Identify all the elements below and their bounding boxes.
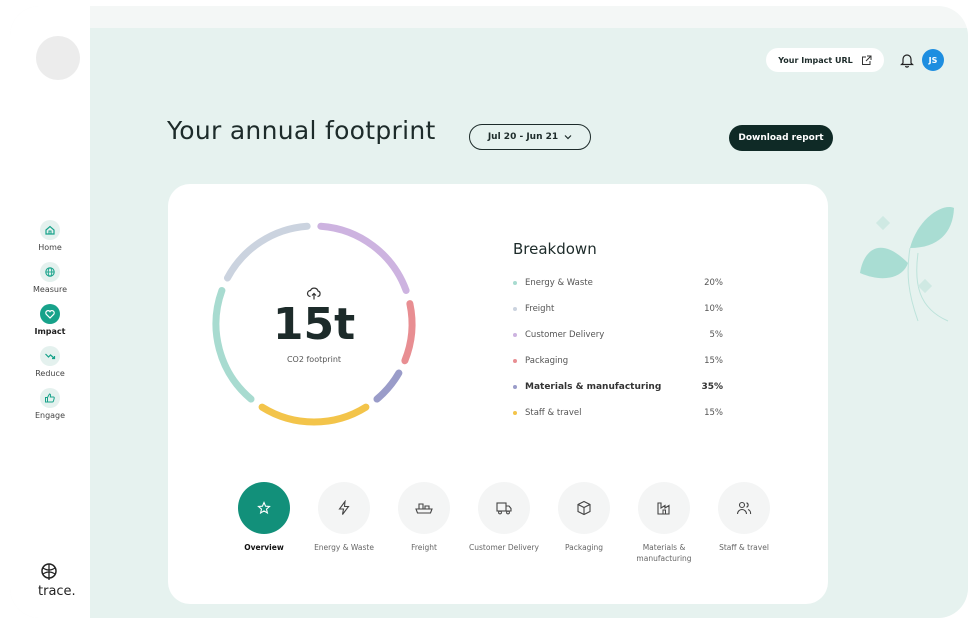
tab-materials-manufacturing[interactable]: Materials & manufacturing	[624, 482, 704, 564]
sidebar-item-reduce[interactable]: Reduce	[10, 346, 90, 378]
sidebar-item-label: Impact	[34, 327, 66, 336]
leaf-decoration-icon	[860, 207, 954, 322]
lightning-icon	[318, 482, 370, 534]
heart-icon	[40, 304, 60, 324]
bell-icon	[900, 54, 914, 68]
chevron-down-icon	[564, 135, 572, 140]
breakdown-row: Staff & travel 15%	[513, 400, 723, 426]
tab-overview[interactable]: Overview	[224, 482, 304, 564]
user-avatar[interactable]: JS	[922, 49, 944, 71]
home-icon	[40, 220, 60, 240]
breakdown-title: Breakdown	[513, 240, 597, 258]
breakdown-pct: 20%	[704, 278, 723, 288]
page-title: Your annual footprint	[167, 116, 436, 145]
breakdown-pct: 35%	[701, 382, 723, 392]
footprint-total: 15t	[272, 298, 356, 350]
breakdown-name: Energy & Waste	[525, 278, 593, 288]
sidebar-item-label: Measure	[33, 285, 67, 294]
brand-logo[interactable]: trace.	[38, 562, 76, 599]
footprint-card: 15t CO2 footprint Breakdown Energy & Was…	[168, 184, 828, 604]
legend-dot	[513, 281, 517, 285]
legend-dot	[513, 385, 517, 389]
category-tabs: Overview Energy & Waste Freight Customer…	[224, 482, 784, 564]
breakdown-name: Materials & manufacturing	[525, 382, 662, 392]
avatar-placeholder	[36, 36, 80, 80]
tab-freight[interactable]: Freight	[384, 482, 464, 564]
breakdown-row: Customer Delivery 5%	[513, 322, 723, 348]
tab-label: Packaging	[564, 543, 604, 552]
trend-down-icon	[40, 346, 60, 366]
breakdown-row: Packaging 15%	[513, 348, 723, 374]
breakdown-name: Packaging	[525, 356, 569, 366]
donut-center: 15t CO2 footprint	[204, 214, 424, 434]
sidebar: Home Measure Impact Reduce Engage trace.	[10, 6, 90, 618]
globe-icon	[40, 262, 60, 282]
sidebar-item-label: Reduce	[35, 369, 65, 378]
download-report-button[interactable]: Download report	[729, 125, 833, 151]
legend-dot	[513, 333, 517, 337]
legend-dot	[513, 359, 517, 363]
main-content: Your Impact URL JS Your annual footprint…	[90, 28, 968, 618]
breakdown-panel: Breakdown Energy & Waste 20% Freight 10%…	[513, 240, 723, 426]
tab-label: Customer Delivery	[469, 543, 539, 552]
breakdown-row: Energy & Waste 20%	[513, 270, 723, 296]
tab-label: Materials & manufacturing	[636, 543, 692, 563]
tab-customer-delivery[interactable]: Customer Delivery	[464, 482, 544, 564]
brand-name: trace.	[38, 584, 76, 599]
breakdown-name: Customer Delivery	[525, 330, 605, 340]
breakdown-row: Materials & manufacturing 35%	[513, 374, 723, 400]
breakdown-name: Freight	[525, 304, 555, 314]
footprint-caption: CO2 footprint	[286, 354, 342, 364]
box-icon	[558, 482, 610, 534]
breakdown-row: Freight 10%	[513, 296, 723, 322]
factory-icon	[638, 482, 690, 534]
breakdown-pct: 5%	[709, 330, 724, 340]
tab-label: Freight	[411, 543, 437, 552]
tab-energy-waste[interactable]: Energy & Waste	[304, 482, 384, 564]
tab-label: Energy & Waste	[314, 543, 374, 552]
sidebar-item-home[interactable]: Home	[10, 220, 90, 252]
breakdown-pct: 15%	[704, 356, 723, 366]
thumbs-up-icon	[40, 388, 60, 408]
sidebar-item-impact[interactable]: Impact	[10, 304, 90, 336]
tab-label: Overview	[244, 543, 284, 552]
impact-url-button[interactable]: Your Impact URL	[766, 48, 884, 72]
breakdown-pct: 15%	[704, 408, 723, 418]
star-icon	[238, 482, 290, 534]
legend-dot	[513, 411, 517, 415]
tab-staff-travel[interactable]: Staff & travel	[704, 482, 784, 564]
external-link-icon	[861, 55, 872, 65]
impact-url-label: Your Impact URL	[778, 55, 853, 65]
date-range-label: Jul 20 - Jun 21	[487, 132, 559, 142]
sidebar-nav: Home Measure Impact Reduce Engage	[10, 220, 90, 430]
tab-label: Staff & travel	[719, 543, 769, 552]
sidebar-item-engage[interactable]: Engage	[10, 388, 90, 420]
breakdown-pct: 10%	[704, 304, 723, 314]
breakdown-name: Staff & travel	[525, 408, 582, 418]
notifications-button[interactable]	[898, 48, 916, 72]
people-icon	[718, 482, 770, 534]
tab-packaging[interactable]: Packaging	[544, 482, 624, 564]
truck-icon	[478, 482, 530, 534]
sidebar-item-measure[interactable]: Measure	[10, 262, 90, 294]
app-frame: Home Measure Impact Reduce Engage trace.…	[10, 6, 968, 618]
leaf-logo-icon	[41, 563, 57, 580]
legend-dot	[513, 307, 517, 311]
sidebar-item-label: Home	[38, 243, 62, 252]
sidebar-item-label: Engage	[34, 411, 66, 420]
ship-icon	[398, 482, 450, 534]
date-range-select[interactable]: Jul 20 - Jun 21	[469, 124, 591, 150]
